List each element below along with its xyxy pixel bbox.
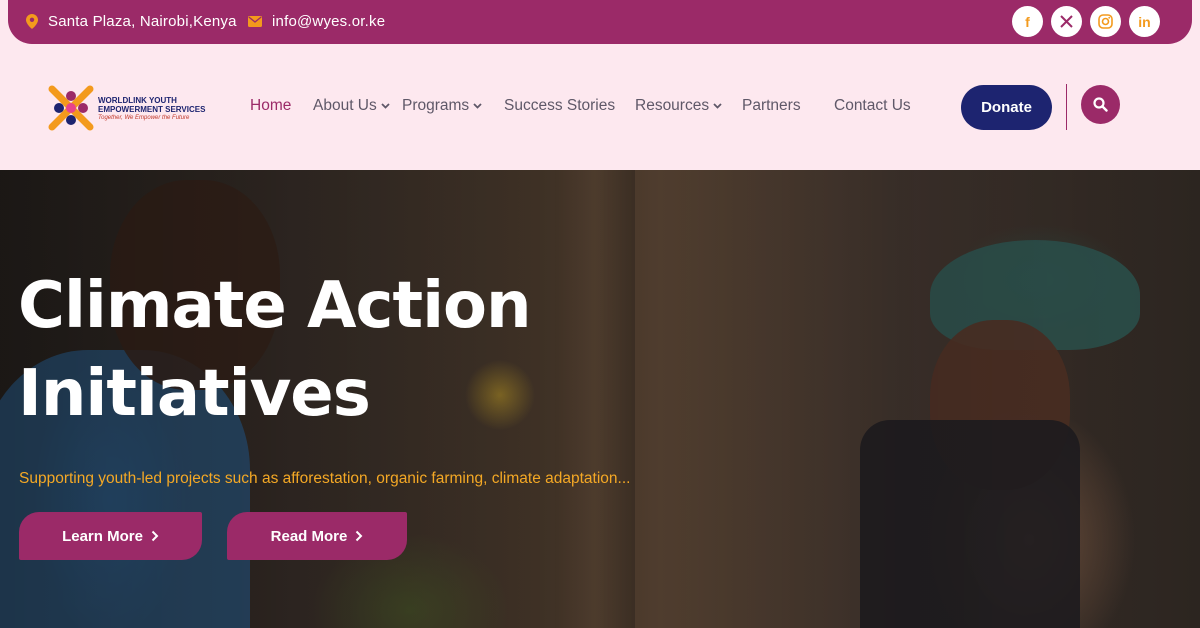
map-pin-icon [26,13,38,29]
location-text: Santa Plaza, Nairobi,Kenya [48,12,237,30]
email-link[interactable]: info@wyes.or.ke [272,13,385,30]
nav-home-label: Home [250,97,292,114]
location-info: Santa Plaza, Nairobi,Kenya [26,0,237,42]
chevron-right-icon [356,530,363,542]
nav-partners[interactable]: Partners [742,97,801,115]
nav-contact-us-label: Contact Us [834,97,911,114]
top-bar: Santa Plaza, Nairobi,Kenya info@wyes.or.… [8,0,1192,44]
header-divider [1066,84,1067,130]
chevron-down-icon [473,103,482,109]
search-icon [1093,97,1108,112]
chevron-right-icon [151,530,159,542]
search-button[interactable] [1081,85,1120,124]
hero-title: Climate Action Initiatives [18,262,578,438]
nav-contact-us[interactable]: Contact Us [834,97,911,115]
donate-button[interactable]: Donate [961,85,1052,130]
chevron-down-icon [381,103,390,109]
x-icon[interactable] [1051,6,1082,37]
site-header: WORLDLINK YOUTH EMPOWERMENT SERVICES Tog… [0,44,1200,170]
hero-subtitle: Supporting youth-led projects such as af… [19,470,631,487]
hero-title-line-2: Initiatives [18,357,371,431]
social-links: f in [1012,6,1160,37]
learn-more-button[interactable]: Learn More [19,512,202,560]
chevron-down-icon [713,103,722,109]
learn-more-label: Learn More [62,527,143,545]
hero-banner: Climate Action Initiatives Supporting yo… [0,170,1200,628]
read-more-button[interactable]: Read More [227,512,407,560]
nav-success-stories-label: Success Stories [504,97,616,114]
nav-home[interactable]: Home [250,97,291,115]
hero-title-line-1: Climate Action [18,269,532,343]
email-info[interactable]: info@wyes.or.ke [248,0,385,42]
envelope-icon [248,15,262,27]
read-more-label: Read More [270,527,348,545]
linkedin-icon[interactable]: in [1129,6,1160,37]
nav-success-stories[interactable]: Success Stories [504,97,615,115]
nav-about-us[interactable]: About Us [313,97,390,115]
nav-programs[interactable]: Programs [402,97,482,115]
nav-about-us-label: About Us [313,97,377,114]
nav-resources-label: Resources [635,97,710,114]
facebook-icon[interactable]: f [1012,6,1043,37]
nav-programs-label: Programs [402,97,470,114]
instagram-icon[interactable] [1090,6,1121,37]
nav-partners-label: Partners [742,97,801,114]
nav-resources[interactable]: Resources [635,97,722,115]
